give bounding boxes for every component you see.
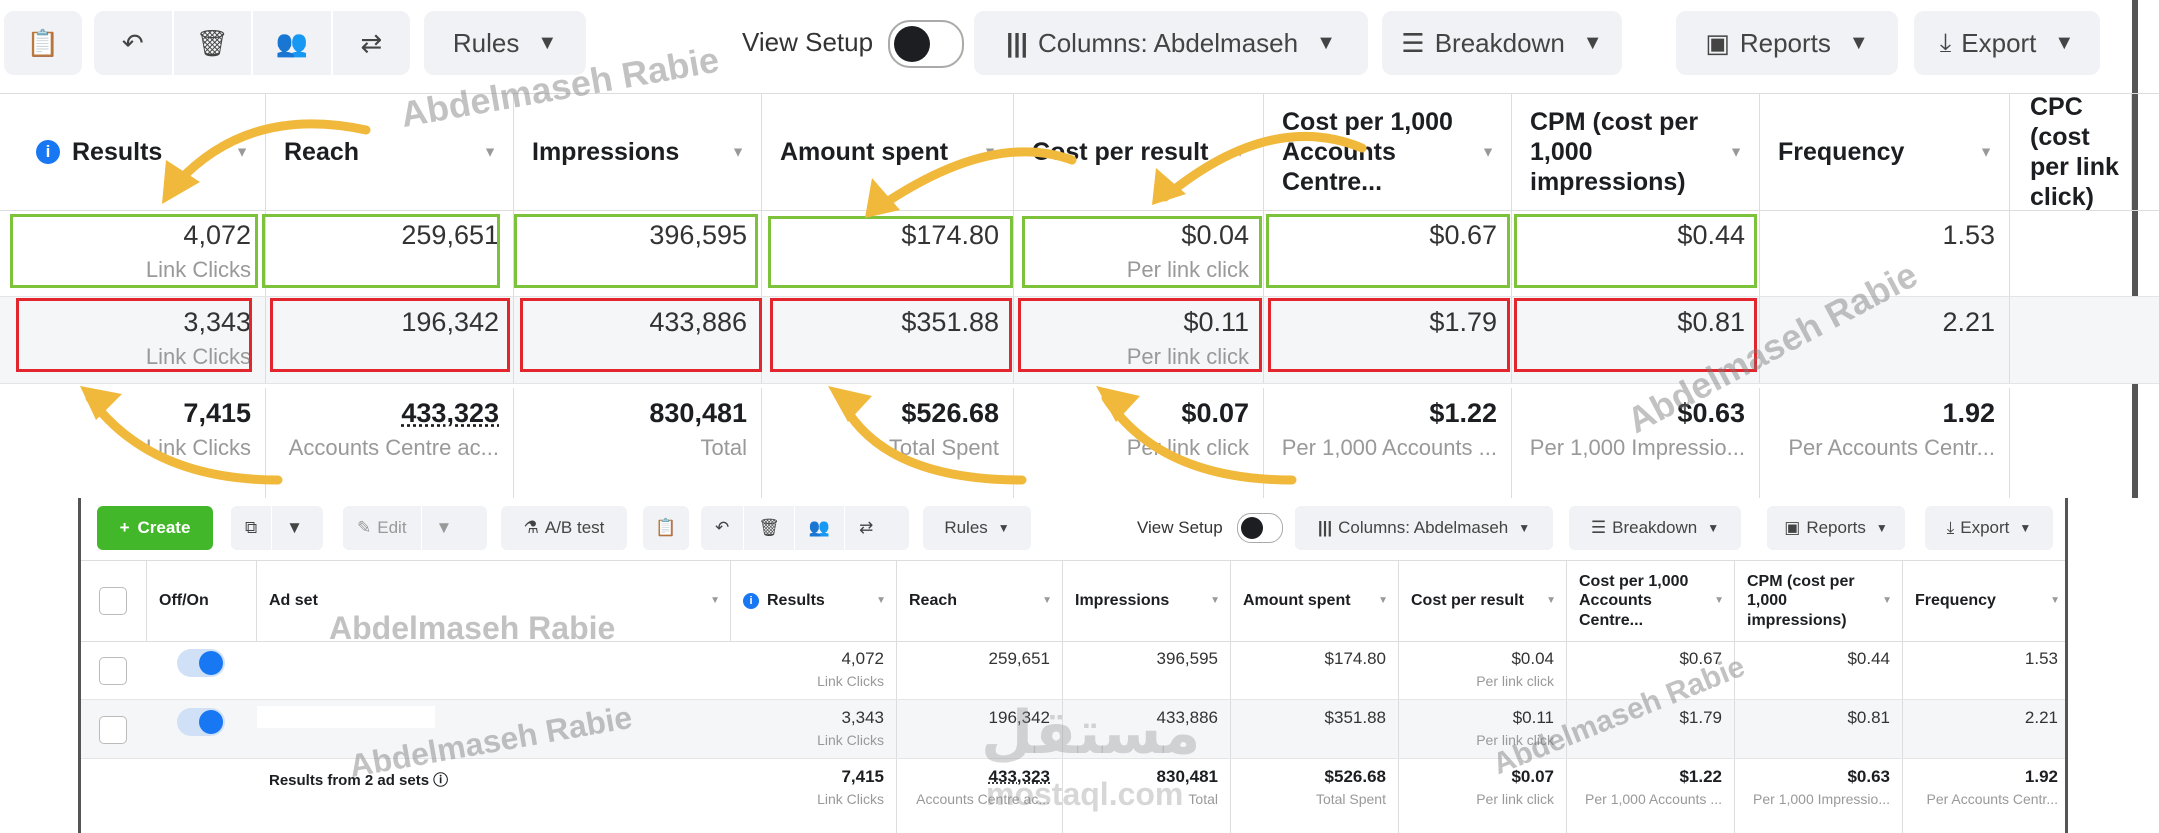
sort-icon: ▼ <box>1882 595 1892 606</box>
sort-icon: ▼ <box>1042 595 1052 606</box>
flask-icon: ⚗ <box>523 518 539 537</box>
export-dropdown[interactable]: ⤓ Export ▼ <box>1925 506 2053 550</box>
cell-cost-per-result: $0.04 Per link click <box>1399 641 1567 699</box>
rules-dropdown[interactable]: Rules ▼ <box>923 506 1031 550</box>
columns-dropdown[interactable]: ||| Columns: Abdelmaseh ▼ <box>1295 506 1553 550</box>
cell-frequency: 1.53 <box>1903 641 2065 699</box>
view-setup-label: View Setup <box>1137 518 1223 537</box>
sort-icon: ▼ <box>2050 595 2060 606</box>
chevron-down-icon: ▼ <box>1707 521 1720 535</box>
cell-amount-spent: $174.80 <box>1231 641 1399 699</box>
ads-manager-panel: + Create ⧉ ▼ ✎ Edit ▼ ⚗ A/B test 📋 ↶ 🗑 👥 ⇄ … <box>78 498 2068 833</box>
reports-icon: ▣ <box>1784 518 1801 537</box>
column-cost-per-1000[interactable]: Cost per 1,000 Accounts Centre... ▼ <box>1567 561 1735 641</box>
sort-icon: ▼ <box>1378 595 1388 606</box>
sort-icon: ▼ <box>1714 595 1724 606</box>
cell-frequency: 2.21 <box>1903 700 2065 758</box>
breakdown-icon: ☰ <box>1590 518 1607 537</box>
total-cpm: $0.63 Per 1,000 Impressio... <box>1735 759 1903 833</box>
chevron-down-icon: ▼ <box>997 521 1010 535</box>
column-cost-per-result[interactable]: Cost per result ▼ <box>1399 561 1567 641</box>
column-reach[interactable]: Reach ▼ <box>897 561 1063 641</box>
info-icon: i <box>743 593 759 609</box>
compare-button[interactable]: ⇄ <box>845 506 887 550</box>
select-all-checkbox[interactable] <box>99 587 127 615</box>
total-cost-per-1000: $1.22 Per 1,000 Accounts ... <box>1567 759 1735 833</box>
audience-button[interactable]: 👥 <box>795 506 846 550</box>
table-row[interactable]: 4,072 Link Clicks 259,651 396,595 $174.80… <box>81 641 2065 700</box>
info-icon: ⓘ <box>433 772 449 789</box>
total-cost-per-result: $0.07 Per link click <box>1399 759 1567 833</box>
clipboard-icon: 📋 <box>655 518 677 537</box>
cell-impressions: 396,595 <box>1063 641 1231 699</box>
duplicate-dropdown[interactable]: ⧉ ▼ <box>231 506 323 550</box>
cell-cpm: $0.81 <box>1735 700 1903 758</box>
sort-icon: ▼ <box>710 595 720 606</box>
column-frequency[interactable]: Frequency ▼ <box>1903 561 2065 641</box>
chevron-down-icon: ▼ <box>2019 521 2032 535</box>
annotation-arrows <box>80 119 1367 485</box>
edit-dropdown[interactable]: ✎ Edit ▼ <box>343 506 487 550</box>
redacted-name <box>257 706 435 728</box>
chevron-down-icon[interactable]: ▼ <box>272 506 317 550</box>
cell-results: 4,072 Link Clicks <box>731 641 897 699</box>
swap-icon: ⇄ <box>859 518 874 537</box>
undo-button[interactable]: ↶ <box>701 506 745 550</box>
site-logo-watermark: مستقل <box>981 699 1201 766</box>
cell-amount-spent: $351.88 <box>1231 700 1399 758</box>
pencil-icon: ✎ <box>357 518 372 537</box>
create-button[interactable]: + Create <box>97 506 213 550</box>
total-amount-spent: $526.68 Total Spent <box>1231 759 1399 833</box>
cell-results: 3,343 Link Clicks <box>731 700 897 758</box>
duplicate-icon: ⧉ <box>245 518 258 537</box>
sort-icon: ▼ <box>1546 595 1556 606</box>
column-results[interactable]: i Results ▼ <box>731 561 897 641</box>
column-amount-spent[interactable]: Amount spent ▼ <box>1231 561 1399 641</box>
download-icon: ⤓ <box>1946 518 1955 537</box>
chevron-down-icon[interactable]: ▼ <box>422 506 467 550</box>
columns-icon: ||| <box>1317 518 1333 537</box>
sort-icon: ▼ <box>876 595 886 606</box>
chevron-down-icon: ▼ <box>1518 521 1531 535</box>
trash-icon: 🗑 <box>758 518 780 537</box>
clipboard-button[interactable]: 📋 <box>643 506 689 550</box>
sort-icon: ▼ <box>1210 595 1220 606</box>
ab-test-button[interactable]: ⚗ A/B test <box>501 506 627 550</box>
people-icon: 👥 <box>808 518 831 537</box>
ad-set-toggle[interactable] <box>177 649 225 677</box>
column-impressions[interactable]: Impressions ▼ <box>1063 561 1231 641</box>
column-select[interactable] <box>81 561 147 641</box>
chevron-down-icon: ▼ <box>1875 521 1888 535</box>
action-group: ↶ 🗑 👥 ⇄ <box>701 506 909 550</box>
row-checkbox[interactable] <box>99 657 127 685</box>
site-url-watermark: mostaql.com <box>986 776 1184 812</box>
zoomed-panel: 📋 ↶ 🗑 👥 ⇄ Rules ▼ View Setup ||| Columns:… <box>0 0 2159 498</box>
ad-set-toggle[interactable] <box>177 708 225 736</box>
column-cpm[interactable]: CPM (cost per 1,000 impressions) ▼ <box>1735 561 1903 641</box>
delete-button[interactable]: 🗑 <box>744 506 795 550</box>
total-frequency: 1.92 Per Accounts Centr... <box>1903 759 2065 833</box>
reports-dropdown[interactable]: ▣ Reports ▼ <box>1767 506 1905 550</box>
breakdown-dropdown[interactable]: ☰ Breakdown ▼ <box>1569 506 1741 550</box>
undo-icon: ↶ <box>715 518 730 537</box>
view-setup-toggle[interactable] <box>1237 513 1283 543</box>
column-off-on[interactable]: Off/On <box>147 561 257 641</box>
cell-reach: 259,651 <box>897 641 1063 699</box>
total-results: 7,415 Link Clicks <box>731 759 897 833</box>
row-checkbox[interactable] <box>99 716 127 744</box>
plus-icon: + <box>119 518 130 537</box>
duplicate-button[interactable]: ⧉ <box>231 506 273 550</box>
watermark: Abdelmaseh Rabie <box>329 610 616 646</box>
cell-cpm: $0.44 <box>1735 641 1903 699</box>
